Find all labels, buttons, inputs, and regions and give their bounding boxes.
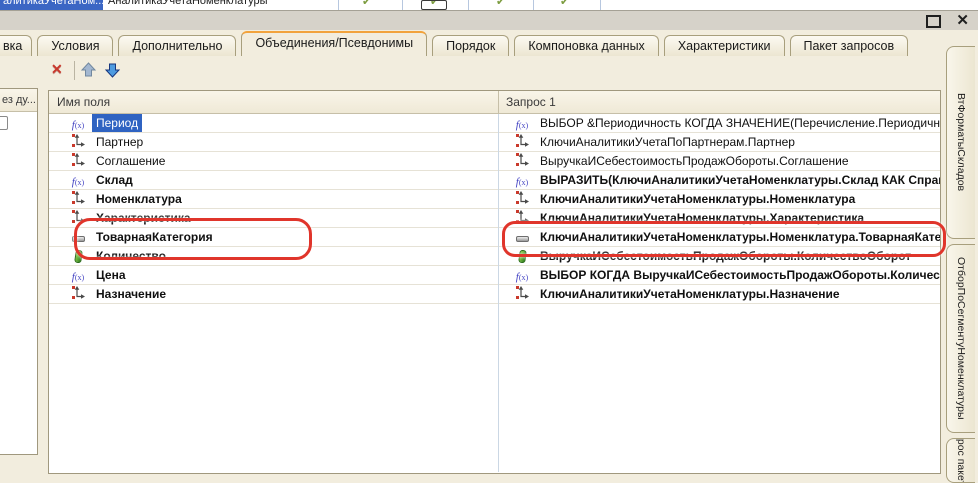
query-icon-cell: [513, 134, 531, 150]
source-table-row: алитикаУчетаНом... АналитикаУчетаНоменкл…: [0, 0, 978, 11]
maximize-button[interactable]: [926, 15, 941, 28]
query-icon-cell: f(x): [513, 115, 531, 131]
column-separator: [600, 0, 601, 10]
toolbar-separator: [74, 61, 75, 80]
query-expression[interactable]: ВЫРАЗИТЬ(КлючиАналитикиУчетаНоменклатуры…: [540, 171, 940, 189]
function-icon: f(x): [72, 271, 84, 283]
vertical-tab-label: ВтФорматыСкладов: [955, 93, 967, 191]
query-icon-cell: [513, 286, 531, 302]
left-panel-column-header: ез ду...: [0, 89, 37, 112]
field-name[interactable]: Цена: [96, 266, 126, 284]
table-header: Имя поля Запрос 1: [49, 91, 940, 114]
dimension-icon: [516, 134, 529, 151]
field-name[interactable]: Склад: [96, 171, 133, 189]
move-up-icon[interactable]: [80, 61, 97, 83]
field-icon-cell: [69, 134, 87, 150]
dimension-icon: [516, 153, 529, 170]
query-expression[interactable]: КлючиАналитикиУчетаНоменклатуры.Назначен…: [540, 285, 840, 303]
table-row[interactable]: Номенклатура КлючиАналитикиУчетаНоменклат…: [49, 190, 940, 209]
tab[interactable]: Характеристики: [664, 35, 785, 56]
focus-rectangle: [421, 0, 447, 10]
close-button[interactable]: ✕: [956, 11, 969, 30]
tab-active[interactable]: Объединения/Псевдонимы: [241, 31, 427, 56]
tab[interactable]: Пакет запросов: [790, 35, 909, 56]
field-name[interactable]: Партнер: [96, 133, 143, 151]
field-icon-cell: [69, 191, 87, 207]
query-icon-cell: [513, 153, 531, 169]
delete-icon[interactable]: ✕: [51, 61, 63, 78]
vertical-tab[interactable]: Запрос пакета 3: [946, 438, 975, 483]
window-title-strip: ✕: [0, 11, 978, 30]
tab[interactable]: Дополнительно: [118, 35, 236, 56]
column-separator: [533, 0, 534, 10]
table-row[interactable]: Партнер КлючиАналитикиУчетаПоПартнерам.Па…: [49, 133, 940, 152]
column-separator: [338, 0, 339, 10]
source-selected-cell[interactable]: алитикаУчетаНом...: [0, 0, 103, 10]
right-tab-strip: ВтФорматыСкладов ОтборПоСегментуНоменклат…: [942, 30, 978, 483]
move-down-icon[interactable]: [104, 62, 121, 84]
field-icon-cell: f(x): [69, 172, 87, 188]
red-annotation-circle-field: [74, 218, 312, 260]
left-clipped-panel: ез ду...: [0, 88, 38, 455]
column-header-query1: Запрос 1: [506, 91, 556, 113]
query-icon-cell: f(x): [513, 172, 531, 188]
field-name[interactable]: Номенклатура: [96, 190, 182, 208]
field-name[interactable]: Период: [92, 114, 142, 132]
tab[interactable]: Компоновка данных: [514, 35, 659, 56]
column-header-field-name: Имя поля: [57, 91, 110, 113]
function-icon: f(x): [72, 176, 84, 188]
column-divider: [498, 114, 499, 472]
function-icon: f(x): [72, 119, 84, 131]
function-icon: f(x): [516, 176, 528, 188]
field-icon-cell: f(x): [69, 267, 87, 283]
vertical-tab[interactable]: ОтборПоСегментуНоменклатуры: [946, 244, 975, 433]
query-expression[interactable]: КлючиАналитикиУчетаПоПартнерам.Партнер: [540, 133, 795, 151]
aliases-table: Имя поля Запрос 1 f(x) Период f(x) ВЫБОР &П…: [48, 90, 941, 474]
field-icon-cell: f(x): [69, 115, 87, 131]
query-expression[interactable]: ВЫБОР &Периодичность КОГДА ЗНАЧЕНИЕ(Пере…: [540, 114, 940, 132]
table-row[interactable]: f(x) Цена f(x) ВЫБОР КОГДА ВыручкаИСебестои…: [49, 266, 940, 285]
table-row[interactable]: Назначение КлючиАналитикиУчетаНоменклатур…: [49, 285, 940, 304]
query-expression[interactable]: ВыручкаИСебестоимостьПродажОбороты.Согла…: [540, 152, 849, 170]
tab[interactable]: вка: [0, 35, 32, 56]
query-expression[interactable]: ВЫБОР КОГДА ВыручкаИСебестоимостьПродажО…: [540, 266, 940, 284]
field-icon-cell: [69, 286, 87, 302]
tab[interactable]: Условия: [37, 35, 113, 56]
dimension-icon: [516, 286, 529, 303]
query-expression[interactable]: КлючиАналитикиУчетаНоменклатуры.Номенкла…: [540, 190, 855, 208]
red-annotation-circle-query: [502, 221, 946, 257]
table-row[interactable]: f(x) Склад f(x) ВЫРАЗИТЬ(КлючиАналитикиУчет…: [49, 171, 940, 190]
field-icon-cell: [69, 153, 87, 169]
table-body: f(x) Период f(x) ВЫБОР &Периодичность КОГДА…: [49, 114, 940, 473]
column-separator: [402, 0, 403, 10]
column-divider: [498, 91, 499, 113]
column-separator: [468, 0, 469, 10]
table-row[interactable]: Соглашение ВыручкаИСебестоимостьПродажОбо…: [49, 152, 940, 171]
vertical-tab-label: ОтборПоСегментуНоменклатуры: [955, 257, 967, 420]
dimension-icon: [72, 191, 85, 208]
query-icon-cell: f(x): [513, 267, 531, 283]
function-icon: f(x): [516, 271, 528, 283]
check-icon[interactable]: ✔: [496, 0, 505, 8]
table-row[interactable]: f(x) Период f(x) ВЫБОР &Периодичность КОГДА…: [49, 114, 940, 133]
check-icon[interactable]: ✔: [362, 0, 371, 8]
tab[interactable]: Порядок: [432, 35, 509, 56]
vertical-tab[interactable]: ВтФорматыСкладов: [946, 46, 975, 239]
function-icon: f(x): [516, 119, 528, 131]
dimension-icon: [72, 286, 85, 303]
field-name[interactable]: Назначение: [96, 285, 166, 303]
check-icon[interactable]: ✔: [560, 0, 569, 8]
dimension-icon: [516, 191, 529, 208]
query-icon-cell: [513, 191, 531, 207]
vertical-tab-label: Запрос пакета 3: [955, 438, 967, 483]
dimension-icon: [72, 134, 85, 151]
checkbox[interactable]: [0, 116, 8, 130]
source-name-cell[interactable]: АналитикаУчетаНоменклатуры: [108, 0, 268, 10]
dimension-icon: [72, 153, 85, 170]
field-name[interactable]: Соглашение: [96, 152, 165, 170]
tab-bar: вкаУсловияДополнительноОбъединения/Псевд…: [0, 30, 978, 56]
